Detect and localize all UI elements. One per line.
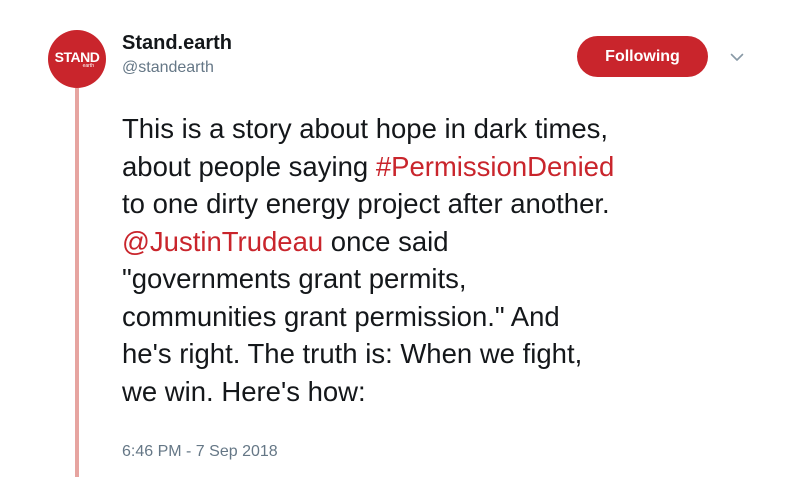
tweet-text-segment: to one dirty energy project after anothe… (122, 188, 610, 219)
tweet-line: @JustinTrudeau once said (122, 223, 762, 261)
tweet-text: This is a story about hope in dark times… (122, 110, 762, 410)
tweet-line: to one dirty energy project after anothe… (122, 185, 762, 223)
following-button[interactable]: Following (577, 36, 708, 77)
tweet-text-segment: once said (323, 225, 449, 257)
author-display-name[interactable]: Stand.earth (122, 30, 232, 56)
tweet-timestamp[interactable]: 6:46 PM - 7 Sep 2018 (122, 442, 278, 462)
tweet-text-segment: "governments grant permits, (122, 263, 467, 294)
avatar-logo-subtext: earth (82, 63, 94, 69)
tweet-line: "governments grant permits, (122, 260, 762, 298)
tweet-text-segment: about people saying (122, 150, 376, 182)
thread-connector-line (75, 88, 79, 477)
tweet-text-segment: we win. Here's how: (122, 375, 366, 407)
tweet-text-segment: he's right. The truth is: When we fight, (122, 338, 583, 369)
tweet-line: This is a story about hope in dark times… (122, 110, 762, 148)
tweet-text-segment: communities grant permission." And (122, 300, 560, 332)
author-handle[interactable]: @standearth (122, 58, 214, 78)
mention-link[interactable]: @JustinTrudeau (122, 226, 323, 257)
chevron-down-icon[interactable] (728, 48, 746, 66)
chevron-down-icon-svg (730, 53, 744, 61)
avatar[interactable]: STAND earth (48, 30, 106, 88)
tweet-line: communities grant permission." And (122, 298, 762, 336)
tweet-line: we win. Here's how: (122, 373, 762, 411)
tweet-line: about people saying #PermissionDenied (122, 148, 762, 186)
tweet-line: he's right. The truth is: When we fight, (122, 335, 762, 373)
hashtag-link[interactable]: #PermissionDenied (376, 151, 614, 182)
tweet-text-segment: This is a story about hope in dark times… (122, 113, 609, 144)
